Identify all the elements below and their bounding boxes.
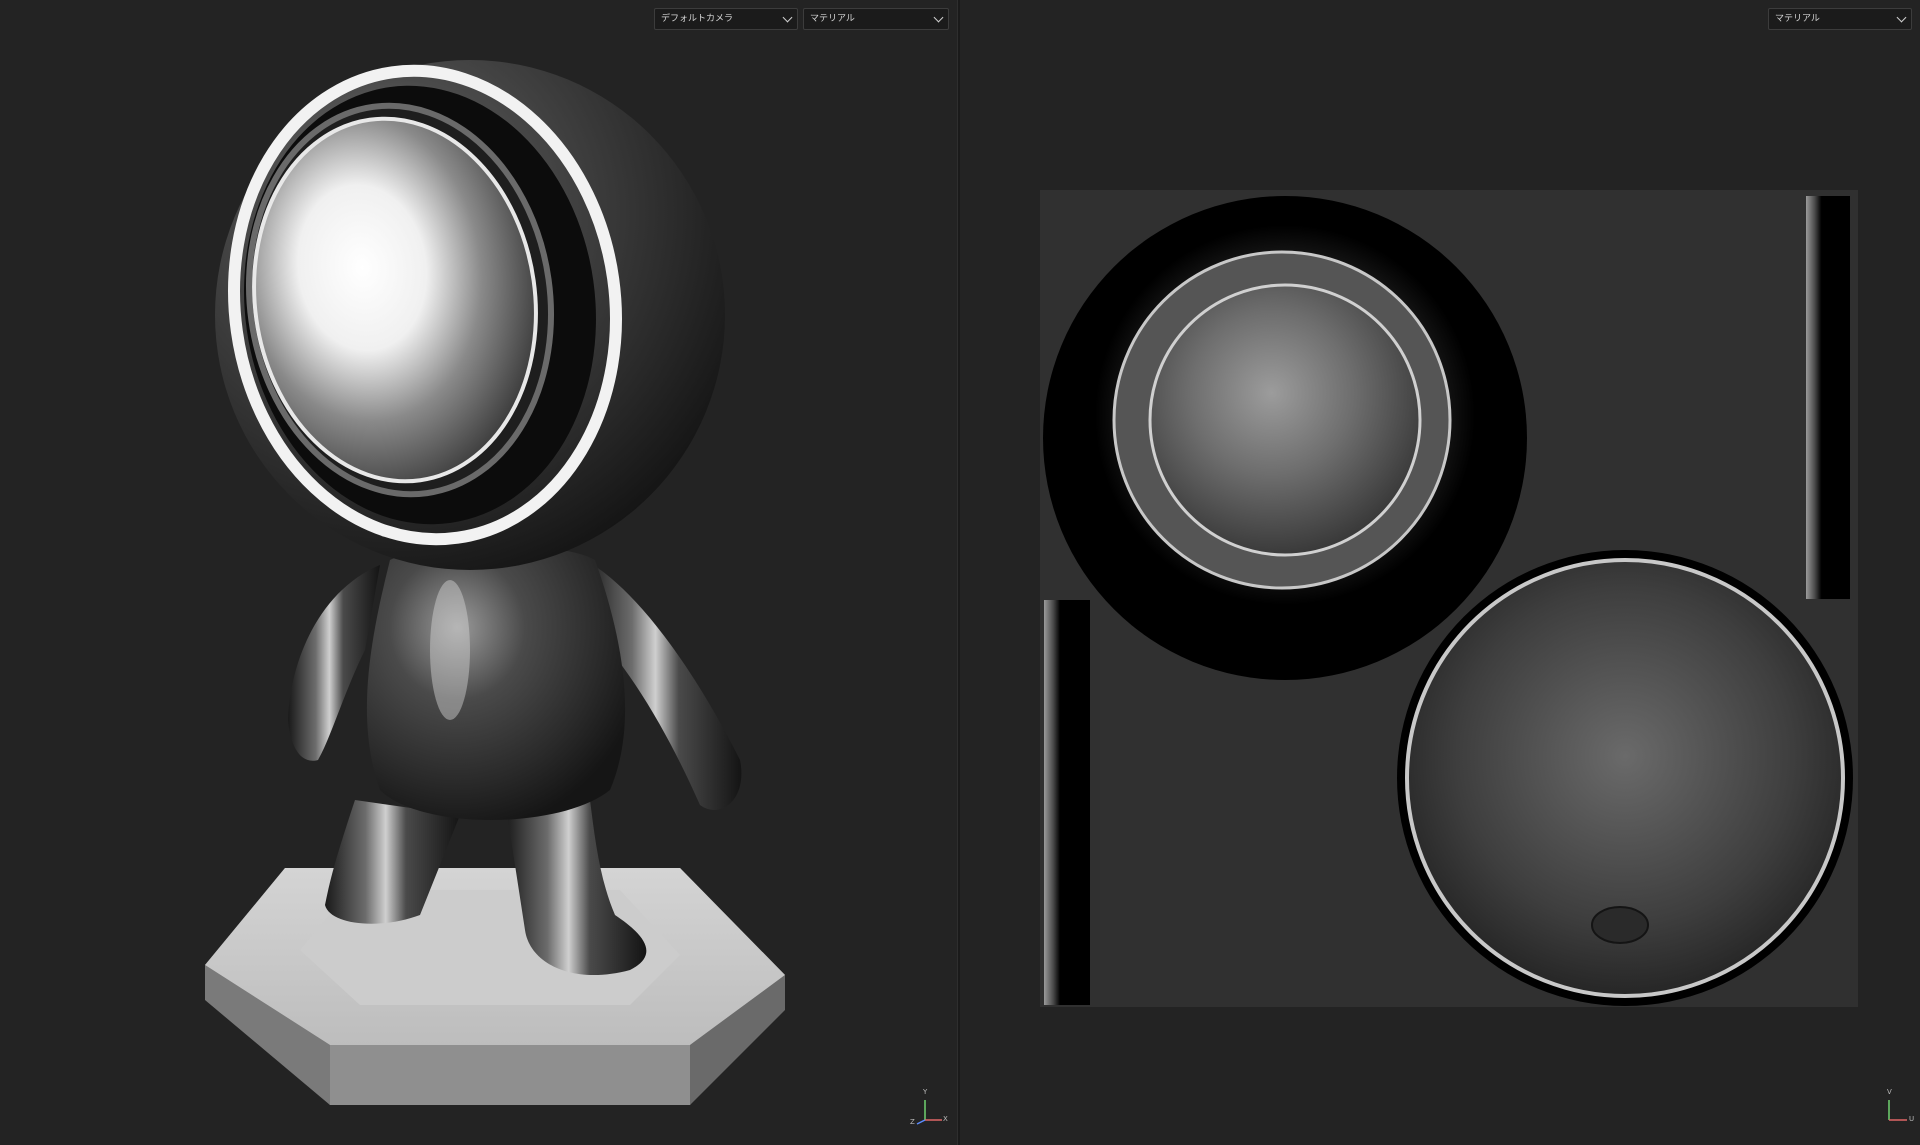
material-dropdown-uv[interactable]: マテリアル	[1768, 8, 1912, 30]
left-arm	[288, 565, 380, 761]
uv-island-strip-left	[1044, 600, 1090, 1005]
uv-island-visor	[1148, 283, 1422, 557]
axis-x-label: X	[943, 1115, 948, 1123]
torso	[366, 545, 626, 820]
pedestal-base	[205, 868, 785, 1105]
axis-u-label: U	[1909, 1115, 1915, 1123]
chevron-down-icon	[782, 12, 793, 23]
camera-dropdown-label: デフォルトカメラ	[661, 14, 734, 24]
3d-viewport[interactable]: デフォルトカメラ マテリアル Y X Z	[0, 0, 957, 1145]
3d-scene	[205, 60, 785, 1105]
axis-gizmo-uv: V U	[1877, 1088, 1917, 1128]
chevron-down-icon	[933, 12, 944, 23]
uv-viewport[interactable]: マテリアル V U	[960, 0, 1920, 1145]
material-dropdown-label: マテリアル	[810, 14, 855, 24]
chevron-down-icon	[1896, 12, 1907, 23]
material-dropdown-label: マテリアル	[1775, 14, 1820, 24]
axis-v-label: V	[1887, 1088, 1892, 1096]
axis-z-label: Z	[910, 1118, 915, 1126]
axis-y-label: Y	[923, 1088, 928, 1096]
material-dropdown-3d[interactable]: マテリアル	[803, 8, 949, 30]
axis-gizmo-3d: Y X Z	[908, 1088, 948, 1128]
uv-island-strip-right	[1806, 196, 1850, 599]
camera-dropdown[interactable]: デフォルトカメラ	[654, 8, 798, 30]
uv-scene	[1040, 190, 1858, 1007]
